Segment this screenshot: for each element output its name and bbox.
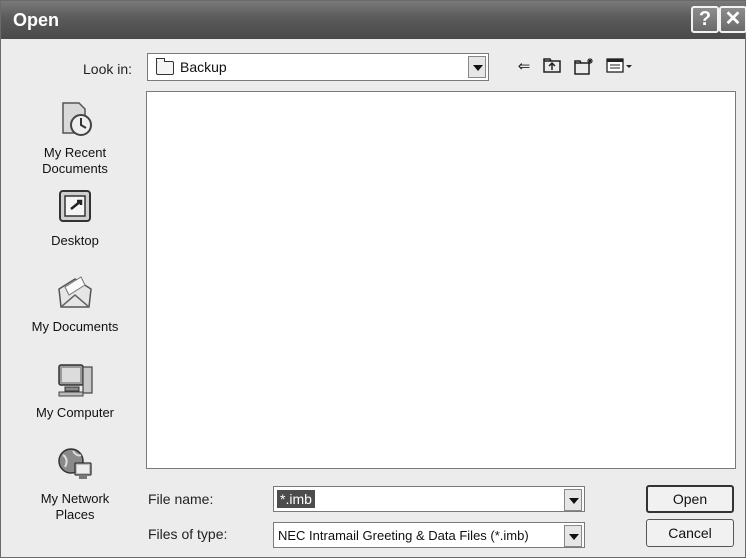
file-name-label: File name: [148, 491, 214, 507]
back-button[interactable]: ⇐ [513, 57, 535, 77]
open-button[interactable]: Open [646, 485, 734, 513]
help-button[interactable]: ? [691, 6, 719, 33]
close-button[interactable]: ✕ [719, 6, 746, 33]
recent-documents-icon [62, 102, 92, 136]
file-type-label: Files of type: [148, 526, 228, 542]
open-dialog: Open ? ✕ Look in: Backup ⇐ My Recent Doc… [0, 0, 746, 558]
chevron-down-icon[interactable] [564, 489, 582, 511]
place-my-documents[interactable]: My Documents [15, 273, 135, 335]
place-desktop[interactable]: Desktop [15, 187, 135, 249]
place-label: My Documents [31, 319, 119, 334]
close-icon: ✕ [724, 8, 742, 30]
views-icon [606, 58, 632, 73]
up-folder-button[interactable] [541, 57, 563, 77]
place-recent-documents[interactable]: My Recent Documents [15, 99, 135, 177]
file-list[interactable] [146, 91, 736, 469]
network-places-icon [58, 448, 92, 479]
views-menu-button[interactable] [605, 57, 635, 77]
look-in-value: Backup [180, 59, 227, 75]
title-bar[interactable]: Open ? ✕ [1, 1, 746, 39]
place-label: Desktop [51, 233, 99, 248]
file-type-value: NEC Intramail Greeting & Data Files (*.i… [278, 528, 529, 543]
back-arrow-icon: ⇐ [517, 58, 531, 75]
place-network-places[interactable]: My Network Places [15, 445, 135, 523]
look-in-label: Look in: [83, 61, 133, 77]
file-name-input[interactable]: *.imb [273, 486, 585, 512]
place-my-computer[interactable]: My Computer [15, 359, 135, 421]
up-folder-icon [543, 58, 561, 73]
place-label: My Computer [35, 405, 115, 420]
my-documents-icon [58, 276, 92, 308]
folder-icon [156, 58, 174, 75]
chevron-down-icon[interactable] [564, 525, 582, 547]
chevron-down-icon[interactable] [468, 56, 486, 78]
new-folder-icon [574, 58, 593, 75]
file-name-value: *.imb [277, 490, 315, 508]
my-computer-icon [58, 364, 93, 397]
new-folder-button[interactable] [573, 57, 595, 77]
place-label: My Network Places [40, 491, 110, 522]
desktop-icon [59, 190, 91, 222]
file-type-dropdown[interactable]: NEC Intramail Greeting & Data Files (*.i… [273, 522, 585, 548]
look-in-dropdown[interactable]: Backup [147, 53, 489, 81]
window-title: Open [13, 10, 60, 30]
cancel-button[interactable]: Cancel [646, 519, 734, 547]
place-label: My Recent Documents [42, 145, 108, 176]
